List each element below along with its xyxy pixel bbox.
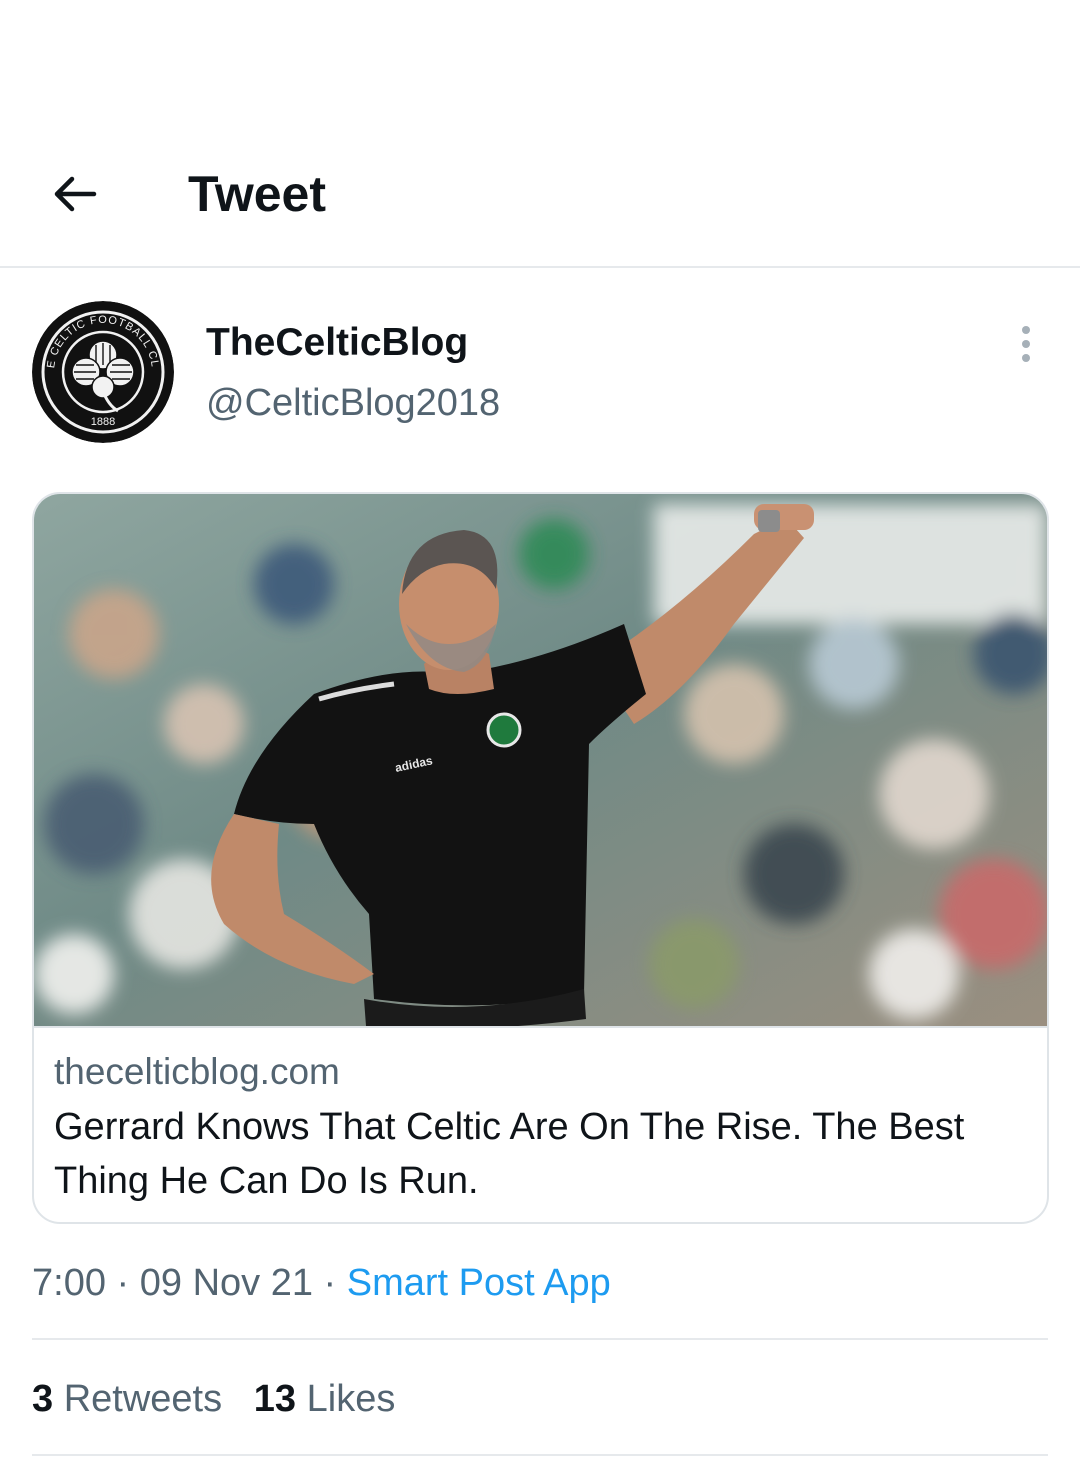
vertical-ellipsis-icon — [1022, 326, 1030, 334]
retweets-count: 3 — [32, 1378, 54, 1420]
retweets-label: Retweets — [63, 1378, 223, 1420]
divider — [32, 1454, 1048, 1456]
author-display-name[interactable]: TheCelticBlog — [206, 320, 468, 366]
tweet-source-link[interactable]: Smart Post App — [347, 1262, 611, 1304]
link-preview-card[interactable]: adidas thecelticblog.com Gerrard Knows T… — [32, 492, 1049, 1224]
card-title: Gerrard Knows That Celtic Are On The Ris… — [54, 1106, 965, 1202]
meta-separator: · — [312, 1262, 347, 1304]
page-title: Tweet — [188, 166, 326, 222]
vertical-ellipsis-icon — [1022, 340, 1030, 348]
vertical-ellipsis-icon — [1022, 354, 1030, 362]
more-options-button[interactable] — [1004, 322, 1048, 366]
retweets-stat[interactable]: 3 Retweets — [32, 1378, 222, 1420]
tweet-time[interactable]: 7:00 — [32, 1262, 106, 1304]
back-button[interactable] — [44, 164, 104, 224]
author-handle[interactable]: @CelticBlog2018 — [206, 380, 500, 426]
tweet-detail-screen: Tweet THE CELTIC FOOTBALL CLUB — [0, 0, 1080, 1468]
meta-separator: · — [105, 1262, 140, 1304]
celtic-crest-logo: THE CELTIC FOOTBALL CLUB 1888 — [32, 301, 174, 443]
likes-label: Likes — [306, 1378, 396, 1420]
top-app-bar: Tweet — [0, 0, 1080, 268]
divider — [32, 1338, 1048, 1340]
photo-manager-pointing: adidas — [34, 494, 1047, 1026]
engagement-stats: 3 Retweets 13 Likes — [32, 1374, 395, 1424]
card-domain: thecelticblog.com — [54, 1051, 340, 1092]
likes-stat[interactable]: 13 Likes — [254, 1378, 396, 1420]
tweet-date[interactable]: 09 Nov 21 — [140, 1262, 313, 1304]
likes-count: 13 — [253, 1378, 297, 1420]
tweet-timestamp-row: 7:00 · 09 Nov 21 · Smart Post App — [32, 1258, 611, 1308]
arrow-left-icon — [54, 176, 97, 212]
card-image: adidas — [34, 494, 1047, 1028]
svg-text:1888: 1888 — [91, 416, 115, 428]
avatar[interactable]: THE CELTIC FOOTBALL CLUB 1888 — [32, 301, 174, 443]
